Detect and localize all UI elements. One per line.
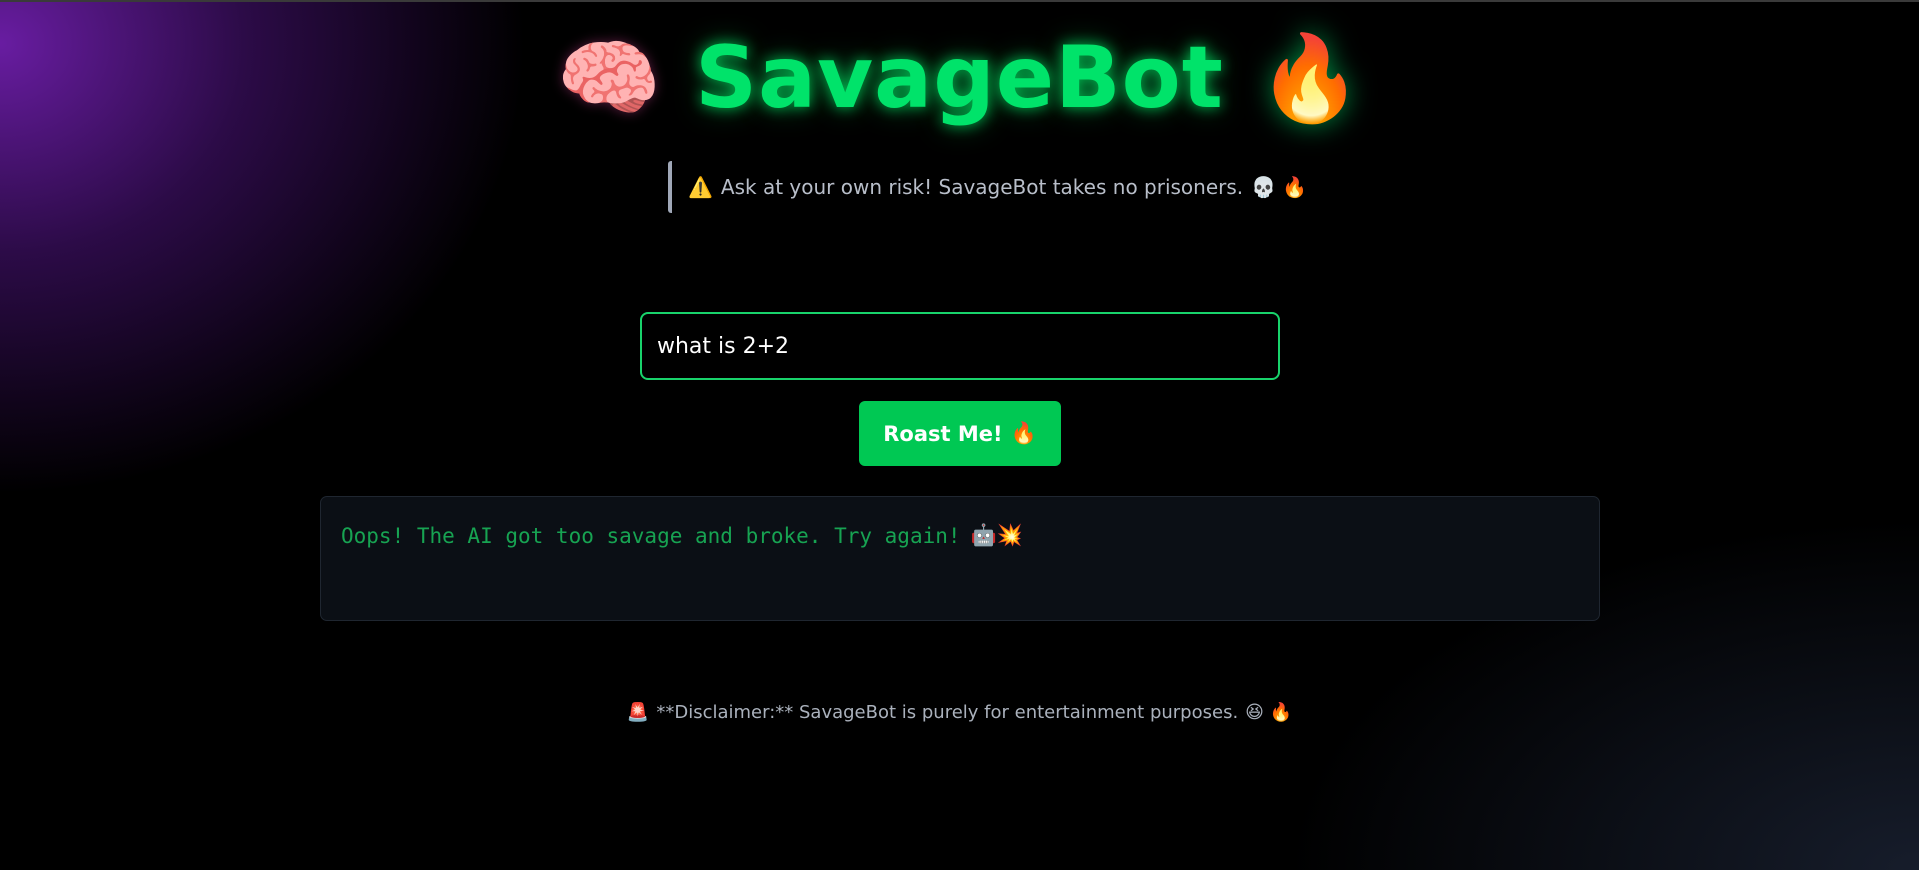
laughing-fire-icons: 😆 🔥 (1245, 702, 1293, 723)
brain-icon: 🧠 (556, 29, 662, 127)
top-border (0, 0, 1919, 2)
warning-icon: ⚠️ (688, 175, 713, 199)
warning-banner: ⚠️ Ask at your own risk! SavageBot takes… (668, 161, 1323, 213)
roast-button-label: Roast Me! (883, 421, 1003, 446)
question-input[interactable] (657, 333, 1263, 359)
question-input-container (640, 312, 1280, 380)
fire-icon: 🔥 (1257, 29, 1363, 127)
robot-explosion-icons: 🤖💥 (970, 523, 1023, 547)
disclaimer-text: **Disclaimer:** SavageBot is purely for … (656, 702, 1239, 723)
disclaimer-footer: 🚨 **Disclaimer:** SavageBot is purely fo… (0, 702, 1919, 723)
siren-icon: 🚨 (626, 702, 650, 723)
page-header: 🧠 SavageBot 🔥 (0, 28, 1919, 128)
response-output: Oops! The AI got too savage and broke. T… (320, 496, 1600, 621)
fire-icon: 🔥 (1010, 421, 1037, 445)
skull-fire-icons: 💀 🔥 (1251, 175, 1308, 199)
roast-me-button[interactable]: Roast Me! 🔥 (859, 401, 1061, 466)
warning-text: Ask at your own risk! SavageBot takes no… (720, 175, 1244, 199)
page-title: SavageBot (695, 28, 1224, 128)
response-text: Oops! The AI got too savage and broke. T… (341, 523, 961, 548)
